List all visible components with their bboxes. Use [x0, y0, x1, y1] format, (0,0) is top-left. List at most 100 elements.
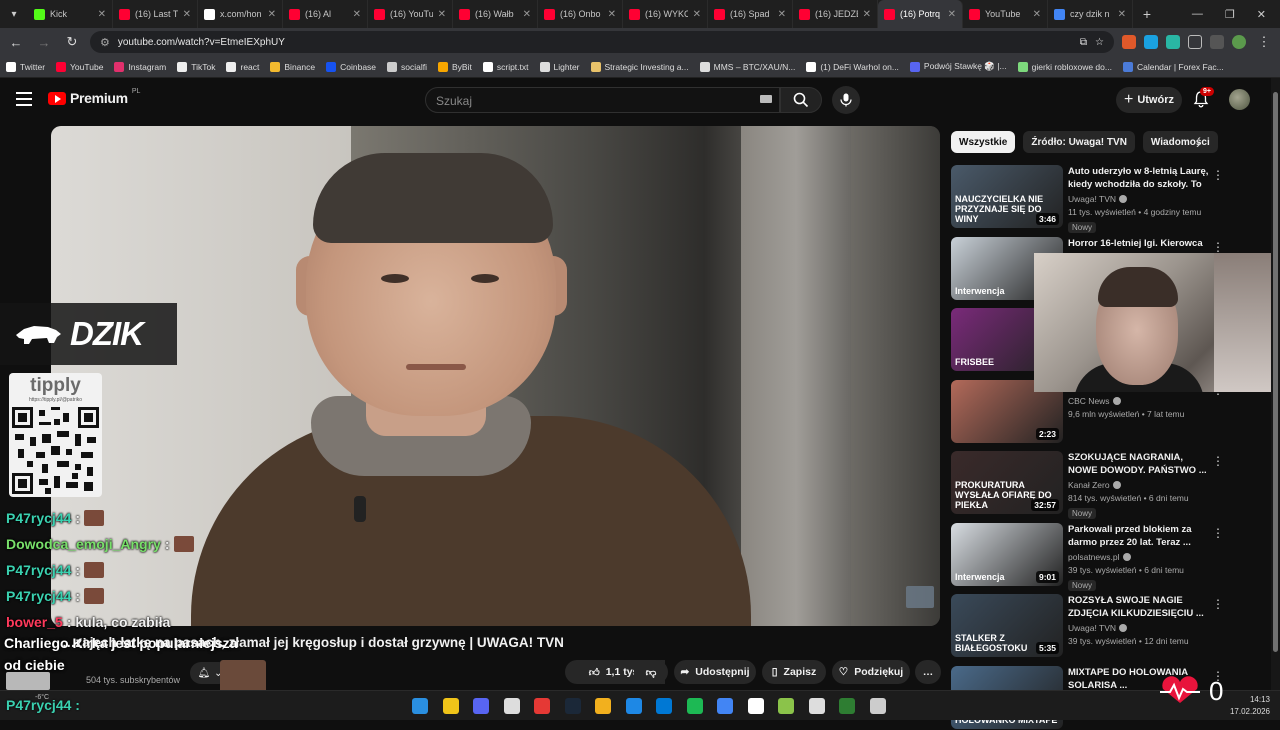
- bookmark-item[interactable]: gierki robloxowe do...: [1017, 61, 1112, 72]
- video-thumbnail[interactable]: STALKER Z BIAŁEGOSTOKU 5:35: [951, 594, 1063, 657]
- channel-name[interactable]: Uwaga! TVN: [1068, 194, 1210, 204]
- bookmark-item[interactable]: Strategic Investing a...: [590, 61, 689, 72]
- taskbar-app-icon[interactable]: [564, 698, 581, 714]
- browser-tab[interactable]: (16) WYKO ✕: [623, 0, 708, 28]
- bookmark-item[interactable]: MMS – BTC/XAU/N...: [699, 61, 795, 72]
- close-tab-icon[interactable]: ✕: [693, 9, 701, 20]
- filter-chip[interactable]: Wszystkie: [951, 131, 1016, 153]
- page-scrollbar[interactable]: [1271, 78, 1280, 690]
- bookmark-item[interactable]: Calendar | Forex Fac...: [1122, 61, 1224, 72]
- close-tab-icon[interactable]: ✕: [608, 9, 616, 20]
- profile-avatar[interactable]: [1232, 35, 1246, 49]
- close-window-button[interactable]: ✕: [1257, 8, 1266, 21]
- extensions-puzzle-icon[interactable]: [1188, 35, 1202, 49]
- extension-icon[interactable]: [1144, 35, 1158, 49]
- back-button[interactable]: ←: [6, 32, 26, 52]
- dislike-button[interactable]: 👎︎: [634, 660, 668, 684]
- close-tab-icon[interactable]: ✕: [98, 9, 106, 20]
- keyboard-icon[interactable]: [760, 95, 772, 103]
- taskbar-app-icon[interactable]: [656, 698, 672, 714]
- forward-button[interactable]: →: [34, 32, 54, 52]
- taskbar-app-icon[interactable]: [778, 698, 794, 714]
- more-options-icon[interactable]: ⋮: [1212, 168, 1224, 182]
- close-tab-icon[interactable]: ✕: [268, 9, 276, 20]
- filter-chip[interactable]: Wiadomości: [1142, 131, 1218, 153]
- site-info-icon[interactable]: ⚙: [100, 36, 110, 49]
- bookmark-item[interactable]: Podwój Stawkę 🎲 |...: [909, 61, 1007, 72]
- taskbar-app-icon[interactable]: [686, 698, 703, 714]
- browser-tab[interactable]: (16) Wałb ✕: [453, 0, 538, 28]
- close-tab-icon[interactable]: ✕: [863, 9, 871, 20]
- address-bar[interactable]: ⚙ youtube.com/watch?v=EtmeIEXphUY ⧉ ☆: [90, 31, 1114, 53]
- extension-icon[interactable]: [1166, 35, 1180, 49]
- close-tab-icon[interactable]: ✕: [948, 9, 956, 20]
- browser-tab[interactable]: (16) Last T ✕: [113, 0, 198, 28]
- youtube-premium-logo[interactable]: Premium PL: [48, 88, 140, 106]
- recommended-video[interactable]: STALKER Z BIAŁEGOSTOKU 5:35 ROZSYŁA SWOJE …: [951, 594, 1251, 658]
- taskbar-app-icon[interactable]: [625, 698, 642, 714]
- extension-icon[interactable]: [1122, 35, 1136, 49]
- tab-search-button[interactable]: ▾: [0, 0, 28, 28]
- bookmark-item[interactable]: Twitter: [6, 61, 45, 72]
- save-button[interactable]: ▯ Zapisz: [762, 660, 826, 684]
- taskbar-app-icon[interactable]: [747, 698, 764, 714]
- browser-tab[interactable]: Kick ✕: [28, 0, 113, 28]
- channel-name[interactable]: Kanał Zero: [1068, 480, 1210, 490]
- thanks-button[interactable]: ♡ Podziękuj: [832, 660, 910, 684]
- close-tab-icon[interactable]: ✕: [183, 9, 191, 20]
- channel-watermark[interactable]: [906, 586, 934, 608]
- taskbar-app-icon[interactable]: [412, 698, 428, 714]
- taskbar-app-icon[interactable]: [839, 698, 855, 714]
- scrollbar-thumb[interactable]: [1273, 92, 1278, 652]
- reload-button[interactable]: ↻: [62, 32, 82, 52]
- more-options-icon[interactable]: ⋮: [1212, 597, 1224, 611]
- close-tab-icon[interactable]: ✕: [778, 9, 786, 20]
- bookmark-item[interactable]: YouTube: [56, 61, 103, 72]
- bookmark-star-icon[interactable]: ☆: [1095, 37, 1104, 48]
- taskbar-app-icon[interactable]: [442, 698, 459, 714]
- install-icon[interactable]: ⧉: [1080, 37, 1087, 48]
- minimize-button[interactable]: —: [1192, 8, 1203, 21]
- recommended-video[interactable]: Interwencja 9:01 Parkowali przed blokiem z…: [951, 522, 1251, 591]
- browser-tab[interactable]: x.com/hon ✕: [198, 0, 283, 28]
- create-button[interactable]: + Utwórz: [1116, 87, 1182, 113]
- channel-name[interactable]: Uwaga! TVN: [1068, 623, 1210, 633]
- search-button[interactable]: [780, 87, 822, 113]
- channel-name[interactable]: polsatnews.pl: [1068, 552, 1210, 562]
- hamburger-menu-icon[interactable]: [16, 92, 32, 106]
- browser-tab[interactable]: YouTube ✕: [963, 0, 1048, 28]
- more-options-icon[interactable]: ⋮: [1212, 454, 1224, 468]
- bookmark-item[interactable]: TikTok: [177, 61, 215, 72]
- taskbar-app-icon[interactable]: [717, 698, 733, 714]
- taskbar-app-icon[interactable]: [595, 698, 611, 714]
- taskbar-app-icon[interactable]: [869, 698, 886, 714]
- browser-tab[interactable]: (16) Onbo ✕: [538, 0, 623, 28]
- bookmark-item[interactable]: Instagram: [114, 61, 166, 72]
- browser-menu-icon[interactable]: ⋮: [1254, 32, 1274, 52]
- close-tab-icon[interactable]: ✕: [353, 9, 361, 20]
- search-input[interactable]: Szukaj: [425, 87, 780, 113]
- new-tab-button[interactable]: +: [1133, 6, 1161, 22]
- filter-chip[interactable]: Źródło: Uwaga! TVN: [1023, 131, 1135, 153]
- browser-tab[interactable]: (16) Spad ✕: [708, 0, 793, 28]
- browser-tab[interactable]: (16) JEDZE ✕: [793, 0, 878, 28]
- bookmark-item[interactable]: socialfi: [387, 61, 427, 72]
- taskbar-app-icon[interactable]: [808, 698, 825, 714]
- voice-search-button[interactable]: [832, 86, 860, 114]
- recommended-video[interactable]: NAUCZYCIELKA NIE PRZYZNAJE SIĘ DO WINY 3:…: [951, 165, 1251, 233]
- video-thumbnail[interactable]: NAUCZYCIELKA NIE PRZYZNAJE SIĘ DO WINY 3:…: [951, 165, 1063, 228]
- bookmark-item[interactable]: (1) DeFi Warhol on...: [806, 61, 899, 72]
- system-clock[interactable]: 14:13 17.02.2026: [1230, 694, 1270, 718]
- account-avatar[interactable]: [1229, 89, 1250, 110]
- browser-tab[interactable]: (16) Potrq ✕: [878, 0, 963, 28]
- bookmark-item[interactable]: Lighter: [539, 61, 580, 72]
- more-options-icon[interactable]: ⋮: [1212, 240, 1224, 254]
- reading-list-icon[interactable]: [1210, 35, 1224, 49]
- bookmark-item[interactable]: Coinbase: [326, 61, 376, 72]
- browser-tab[interactable]: (16) Al ✕: [283, 0, 368, 28]
- close-tab-icon[interactable]: ✕: [1033, 9, 1041, 20]
- browser-tab[interactable]: czy dzik n ✕: [1048, 0, 1133, 28]
- more-actions-button[interactable]: …: [915, 660, 941, 684]
- video-thumbnail[interactable]: Interwencja 9:01: [951, 522, 1063, 586]
- bookmark-item[interactable]: script.txt: [482, 61, 529, 72]
